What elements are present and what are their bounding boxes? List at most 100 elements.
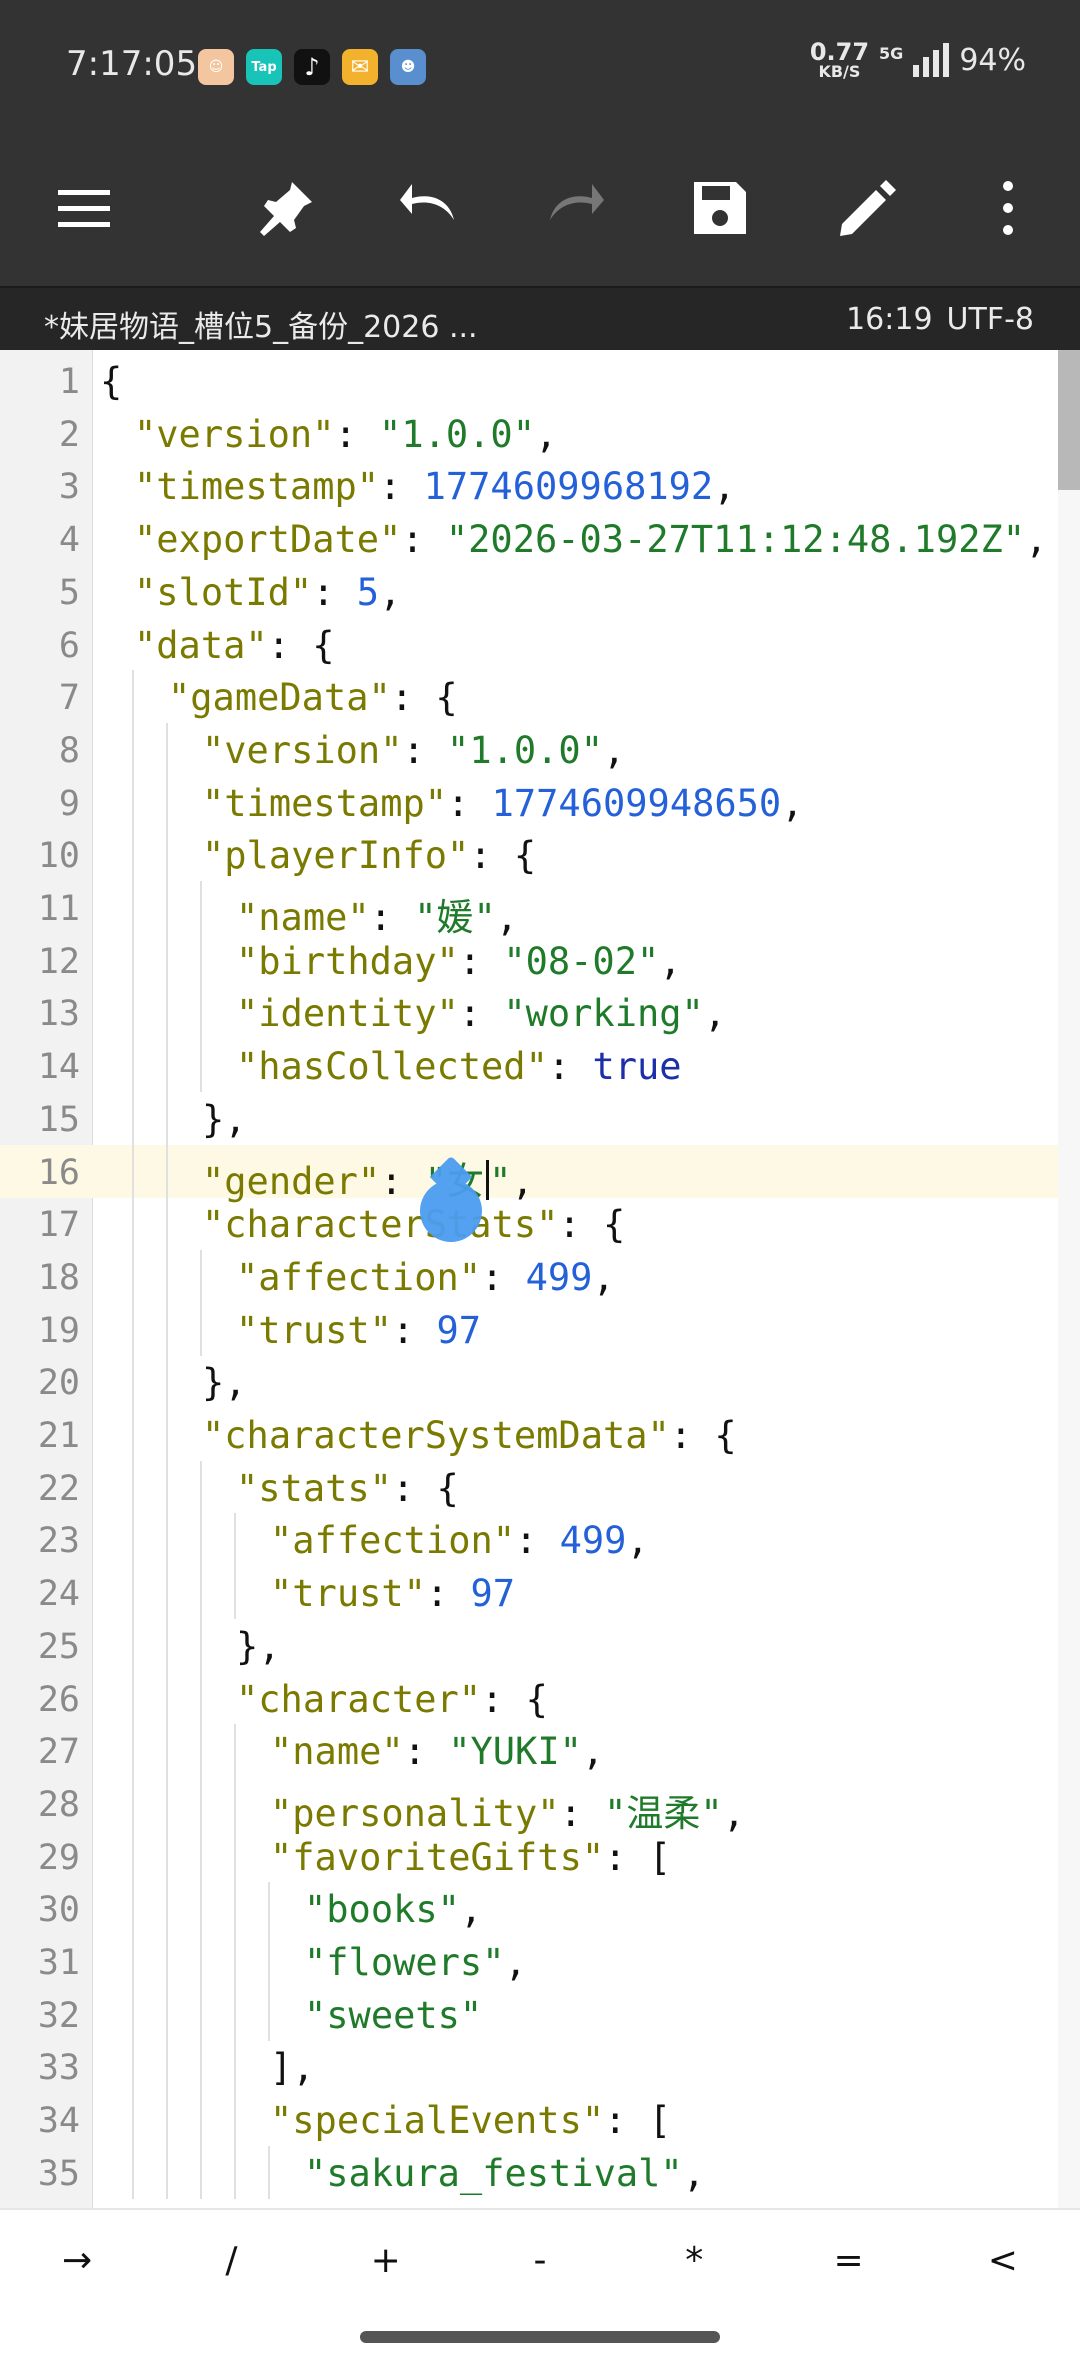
code-text[interactable]: "version": "1.0.0", (134, 413, 557, 456)
code-text[interactable]: "timestamp": 1774609948650, (202, 782, 803, 825)
code-text[interactable]: "sweets" (304, 1994, 482, 2037)
code-text[interactable]: }, (202, 1098, 247, 1141)
symbol-key[interactable]: → (27, 2240, 127, 2281)
code-text[interactable]: "name": "YUKI", (270, 1730, 604, 1773)
home-indicator[interactable] (360, 2331, 720, 2343)
edit-icon[interactable] (830, 172, 902, 244)
file-tab[interactable]: *妹居物语_槽位5_备份_2026 ... 16:19 UTF-8 (0, 286, 1080, 350)
scrollbar-thumb[interactable] (1058, 350, 1080, 490)
code-line[interactable]: 9 "timestamp": 1774609948650, (0, 775, 1058, 829)
symbol-key[interactable]: = (799, 2240, 899, 2281)
code-token: "affection" (236, 1255, 482, 1299)
code-text[interactable]: "characterStats": { (202, 1203, 625, 1246)
code-line[interactable]: 5 "slotId": 5, (0, 565, 1058, 618)
code-text[interactable]: }, (236, 1625, 281, 1668)
code-line[interactable]: 23 "affection": 499, (0, 1513, 1058, 1567)
code-token: "birthday" (236, 939, 459, 983)
undo-icon[interactable] (394, 172, 466, 244)
code-text[interactable]: "exportDate": "2026-03-27T11:12:48.192Z"… (134, 518, 1047, 561)
code-line[interactable]: 13 "identity": "working", (0, 986, 1058, 1040)
code-token: : [ (604, 2099, 671, 2143)
save-icon[interactable] (684, 172, 756, 244)
code-line[interactable]: 32 "sweets" (0, 1987, 1058, 2041)
code-line[interactable]: 17 "characterStats": { (0, 1197, 1058, 1251)
symbol-key[interactable]: + (336, 2240, 436, 2281)
code-text[interactable]: "characterSystemData": { (202, 1414, 737, 1457)
text-selection-handle[interactable] (420, 1180, 482, 1242)
code-line[interactable]: 22 "stats": { (0, 1460, 1058, 1514)
code-line[interactable]: 10 "playerInfo": { (0, 828, 1058, 882)
code-token: }, (236, 1624, 281, 1668)
code-line[interactable]: 4 "exportDate": "2026-03-27T11:12:48.192Z… (0, 512, 1058, 565)
code-line[interactable]: 2 "version": "1.0.0", (0, 407, 1058, 460)
symbol-key[interactable]: - (490, 2240, 590, 2281)
symbol-key[interactable]: * (644, 2240, 744, 2281)
code-text[interactable]: "version": "1.0.0", (202, 729, 625, 772)
code-line[interactable]: 16"gender": "女", (0, 1144, 1058, 1203)
indent-guide (132, 2145, 134, 2199)
code-text[interactable]: "data": { (134, 624, 334, 667)
code-line[interactable]: 27 "name": "YUKI", (0, 1724, 1058, 1778)
code-text[interactable]: "specialEvents": [ (270, 2099, 671, 2142)
pin-icon[interactable] (250, 172, 322, 244)
code-token: , (592, 1255, 615, 1299)
code-line[interactable]: 29 "favoriteGifts": [ (0, 1829, 1058, 1883)
symbol-key[interactable]: / (181, 2240, 281, 2281)
symbol-key[interactable]: < (953, 2240, 1053, 2281)
code-line[interactable]: 31 "flowers", (0, 1935, 1058, 1988)
code-text[interactable]: "gameData": { (168, 676, 458, 719)
indent-guide (234, 1513, 236, 1567)
code-line[interactable]: 34 "specialEvents": [ (0, 2093, 1058, 2147)
code-text[interactable]: "trust": 97 (236, 1309, 481, 1352)
code-line[interactable]: 18 "affection": 499, (0, 1249, 1058, 1303)
code-text[interactable]: "timestamp": 1774609968192, (134, 465, 735, 508)
code-text[interactable]: "character": { (236, 1678, 548, 1721)
code-line[interactable]: 6 "data": { (0, 618, 1058, 671)
code-token: "name" (270, 1730, 404, 1774)
more-icon[interactable] (972, 172, 1044, 244)
code-line[interactable]: 35 "sakura_festival", (0, 2145, 1058, 2199)
code-line[interactable]: 15}, (0, 1091, 1058, 1145)
code-text[interactable]: "slotId": 5, (134, 571, 401, 614)
code-line[interactable]: 12 "birthday": "08-02", (0, 933, 1058, 987)
code-text[interactable]: "trust": 97 (270, 1572, 515, 1615)
code-line[interactable]: 30 "books", (0, 1882, 1058, 1936)
indent-guide (166, 986, 168, 1040)
code-text[interactable]: "playerInfo": { (202, 834, 536, 877)
code-text[interactable]: }, (202, 1361, 247, 1404)
menu-icon[interactable] (48, 172, 120, 244)
indent-guide (132, 722, 134, 776)
code-text[interactable]: "affection": 499, (236, 1256, 615, 1299)
code-line[interactable]: 3 "timestamp": 1774609968192, (0, 459, 1058, 512)
code-text[interactable]: "affection": 499, (270, 1519, 649, 1562)
code-line[interactable]: 14 "hasCollected": true (0, 1039, 1058, 1093)
code-line[interactable]: 11 "name": "媛", (0, 881, 1058, 939)
code-line[interactable]: 7 "gameData": { (0, 670, 1058, 724)
code-line[interactable]: 1{ (0, 354, 1058, 407)
code-line[interactable]: 26 "character": { (0, 1671, 1058, 1725)
code-line[interactable]: 33], (0, 2040, 1058, 2094)
code-line[interactable]: 8 "version": "1.0.0", (0, 722, 1058, 776)
code-text[interactable]: "sakura_festival", (304, 2152, 705, 2195)
code-text[interactable]: "birthday": "08-02", (236, 940, 682, 983)
scrollbar-track[interactable] (1058, 350, 1080, 2208)
code-line[interactable]: 21 "characterSystemData": { (0, 1408, 1058, 1461)
code-text[interactable]: "books", (304, 1888, 482, 1931)
code-line[interactable]: 20}, (0, 1355, 1058, 1409)
code-text[interactable]: ], (270, 2046, 315, 2089)
code-text[interactable]: { (100, 360, 122, 403)
code-editor[interactable]: 1{2 "version": "1.0.0", 3 "timestamp": 1774… (0, 350, 1080, 2208)
code-text[interactable]: "favoriteGifts": [ (270, 1836, 671, 1879)
code-token: : (334, 412, 380, 456)
code-text[interactable]: "hasCollected": true (236, 1045, 682, 1088)
file-name[interactable]: *妹居物语_槽位5_备份_2026 ... (44, 302, 478, 346)
code-line[interactable]: 24 "trust": 97 (0, 1566, 1058, 1620)
code-text[interactable]: "identity": "working", (236, 992, 726, 1035)
code-line[interactable]: 19 "trust": 97 (0, 1302, 1058, 1356)
code-line[interactable]: 25}, (0, 1618, 1058, 1672)
redo-icon[interactable] (538, 172, 610, 244)
code-text[interactable]: "flowers", (304, 1941, 527, 1984)
code-line[interactable]: 28 "personality": "温柔", (0, 1776, 1058, 1835)
code-text[interactable]: "stats": { (236, 1467, 459, 1510)
indent-guide (132, 986, 134, 1040)
